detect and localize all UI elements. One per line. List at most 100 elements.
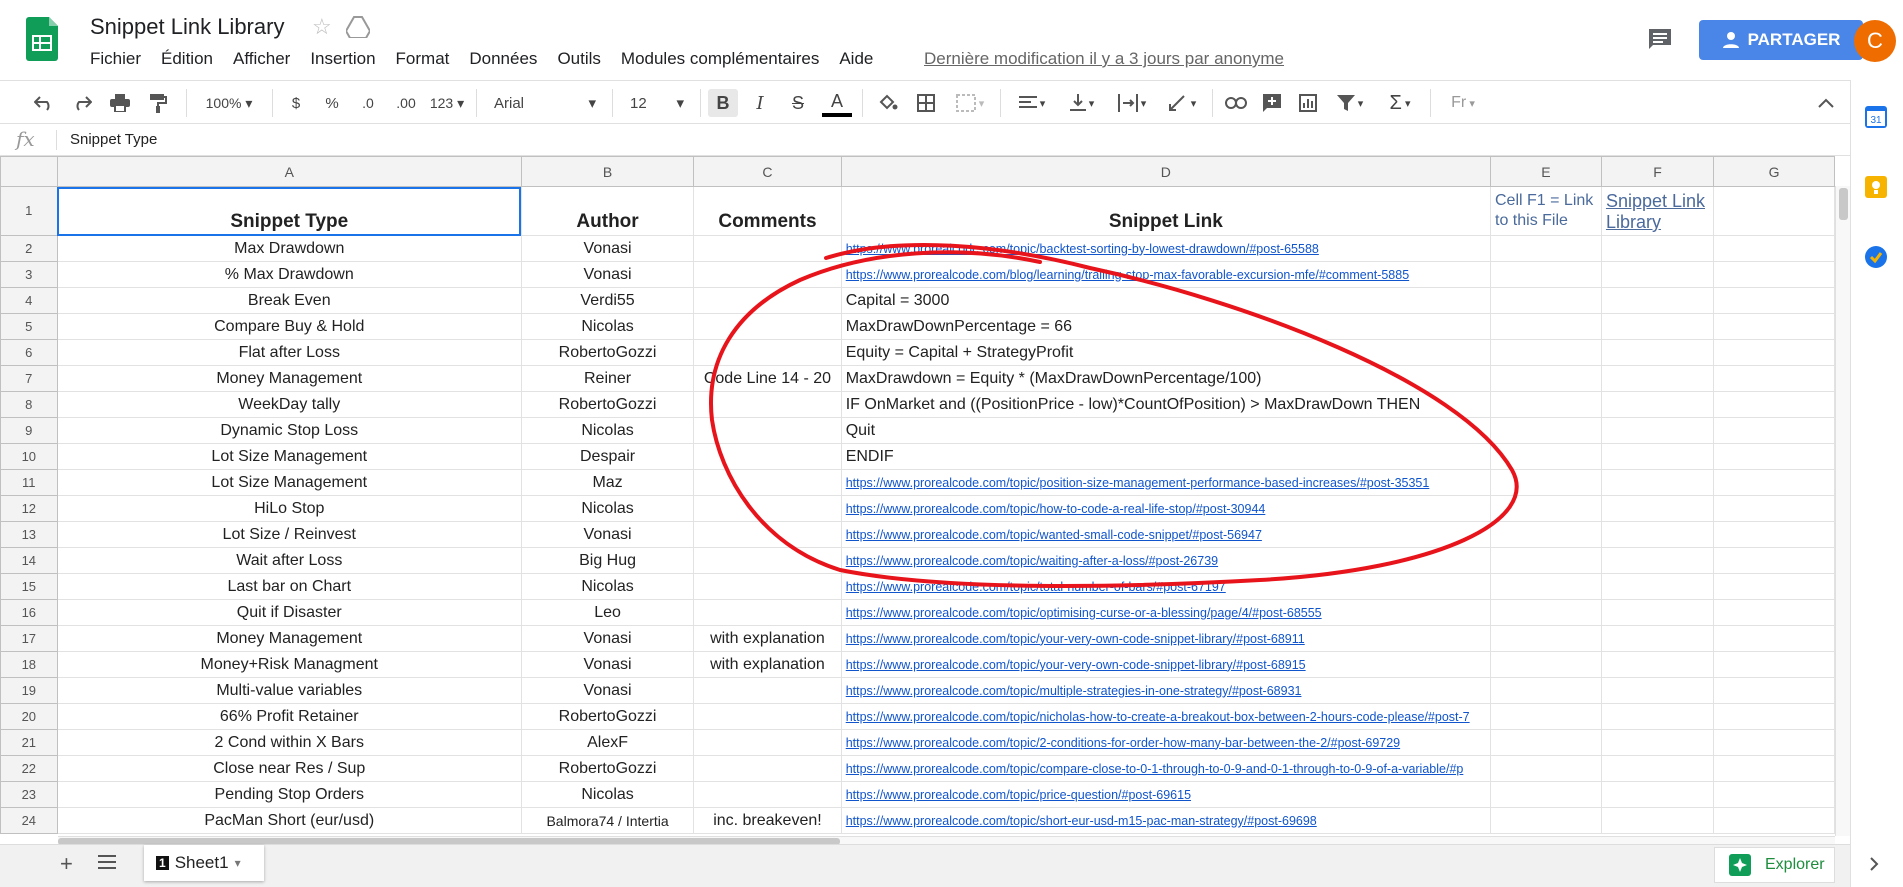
share-button[interactable]: PARTAGER (1699, 20, 1863, 60)
cell-f[interactable] (1600, 443, 1715, 470)
cell-author[interactable]: Vonasi (520, 261, 695, 288)
cell-snippet-link[interactable]: https://www.prorealcode.com/topic/price-… (840, 781, 1492, 808)
insert-chart-icon[interactable] (1294, 89, 1322, 117)
cell-e[interactable] (1490, 677, 1602, 704)
select-all-corner[interactable] (0, 156, 58, 187)
row-header[interactable]: 10 (0, 443, 58, 470)
cell-snippet-type[interactable]: PacMan Short (eur/usd) (56, 807, 522, 834)
cell-e[interactable] (1490, 235, 1602, 262)
filter-icon[interactable]: ▾ (1330, 89, 1370, 117)
cell-f1[interactable]: Snippet Link Library (1600, 186, 1715, 236)
redo-icon[interactable] (68, 89, 96, 117)
expand-panel-icon[interactable] (1869, 856, 1879, 877)
text-color-button[interactable]: A (822, 89, 852, 117)
row-header[interactable]: 7 (0, 365, 58, 392)
cell-e[interactable] (1490, 391, 1602, 418)
cell-author[interactable]: Nicolas (520, 313, 695, 340)
cell-g[interactable] (1713, 443, 1835, 470)
explore-button[interactable]: Explorer (1714, 847, 1835, 883)
cell-author[interactable]: Nicolas (520, 495, 695, 522)
font-select[interactable]: Arial ▾ (488, 89, 602, 117)
cell-c1[interactable]: Comments (693, 186, 842, 236)
cell-e[interactable] (1490, 495, 1602, 522)
cell-author[interactable]: RobertoGozzi (520, 755, 695, 782)
cell-f[interactable] (1600, 469, 1715, 496)
cell-snippet-link[interactable]: https://www.prorealcode.com/topic/waitin… (840, 547, 1492, 574)
column-header-c[interactable]: C (693, 156, 842, 187)
column-header-d[interactable]: D (840, 156, 1492, 187)
row-header[interactable]: 16 (0, 599, 58, 626)
cell-f[interactable] (1600, 339, 1715, 366)
cell-author[interactable]: Balmora74 / Intertia (520, 807, 695, 834)
menu-afficher[interactable]: Afficher (233, 49, 290, 69)
row-header[interactable]: 21 (0, 729, 58, 756)
cell-a1[interactable]: Snippet Type (56, 186, 522, 236)
cell-snippet-type[interactable]: Last bar on Chart (56, 573, 522, 600)
cell-comments[interactable] (693, 677, 842, 704)
cell-g[interactable] (1713, 703, 1835, 730)
cell-author[interactable]: Nicolas (520, 573, 695, 600)
zoom-select[interactable]: 100% ▾ (198, 89, 260, 117)
cell-g[interactable] (1713, 313, 1835, 340)
cell-snippet-type[interactable]: Dynamic Stop Loss (56, 417, 522, 444)
cell-f[interactable] (1600, 287, 1715, 314)
link-icon[interactable] (1222, 89, 1250, 117)
formula-input[interactable]: Snippet Type (70, 131, 157, 148)
cell-author[interactable]: Reiner (520, 365, 695, 392)
menu-aide[interactable]: Aide (839, 49, 873, 69)
cell-g[interactable] (1713, 807, 1835, 834)
cell-snippet-type[interactable]: Flat after Loss (56, 339, 522, 366)
cell-comments[interactable]: with explanation (693, 625, 842, 652)
document-title[interactable]: Snippet Link Library (90, 14, 284, 40)
row-header[interactable]: 11 (0, 469, 58, 496)
row-header[interactable]: 14 (0, 547, 58, 574)
row-header[interactable]: 1 (0, 186, 58, 236)
cell-snippet-link[interactable]: https://www.prorealcode.com/topic/multip… (840, 677, 1492, 704)
fill-color-icon[interactable] (874, 89, 902, 117)
cell-snippet-type[interactable]: Wait after Loss (56, 547, 522, 574)
cell-snippet-link[interactable]: https://www.prorealcode.com/topic/compar… (840, 755, 1492, 782)
cell-e[interactable] (1490, 547, 1602, 574)
cell-author[interactable]: Despair (520, 443, 695, 470)
cell-snippet-link[interactable]: https://www.prorealcode.com/topic/short-… (840, 807, 1492, 834)
cell-author[interactable]: Vonasi (520, 521, 695, 548)
cell-comments[interactable] (693, 417, 842, 444)
cell-g[interactable] (1713, 651, 1835, 678)
cell-e[interactable] (1490, 807, 1602, 834)
cell-f[interactable] (1600, 261, 1715, 288)
cell-comments[interactable] (693, 781, 842, 808)
cell-author[interactable]: Vonasi (520, 625, 695, 652)
row-header[interactable]: 18 (0, 651, 58, 678)
cell-author[interactable]: Vonasi (520, 651, 695, 678)
paint-format-icon[interactable] (144, 89, 172, 117)
cell-g[interactable] (1713, 365, 1835, 392)
drive-move-icon[interactable] (346, 16, 370, 38)
input-tools-button[interactable]: Fr ▾ (1440, 89, 1486, 117)
column-header-a[interactable]: A (56, 156, 522, 187)
cell-snippet-link[interactable]: https://www.prorealcode.com/topic/wanted… (840, 521, 1492, 548)
cell-author[interactable]: RobertoGozzi (520, 391, 695, 418)
cell-e[interactable] (1490, 287, 1602, 314)
cell-comments[interactable] (693, 703, 842, 730)
cell-snippet-link[interactable]: MaxDrawDownPercentage = 66 (840, 313, 1492, 340)
cell-comments[interactable]: with explanation (693, 651, 842, 678)
cell-comments[interactable] (693, 287, 842, 314)
row-header[interactable]: 20 (0, 703, 58, 730)
menu-modules[interactable]: Modules complémentaires (621, 49, 819, 69)
cell-e[interactable] (1490, 339, 1602, 366)
cell-comments[interactable] (693, 755, 842, 782)
cell-g[interactable] (1713, 469, 1835, 496)
cell-e[interactable] (1490, 625, 1602, 652)
cell-snippet-link[interactable]: Capital = 3000 (840, 287, 1492, 314)
merge-icon[interactable]: ▾ (950, 89, 990, 117)
column-header-f[interactable]: F (1600, 156, 1715, 187)
tasks-icon[interactable] (1865, 246, 1887, 273)
cell-g[interactable] (1713, 287, 1835, 314)
functions-icon[interactable]: Σ ▾ (1380, 89, 1420, 117)
menu-outils[interactable]: Outils (557, 49, 600, 69)
cell-f[interactable] (1600, 677, 1715, 704)
cell-snippet-type[interactable]: 66% Profit Retainer (56, 703, 522, 730)
cell-snippet-type[interactable]: Lot Size Management (56, 469, 522, 496)
row-header[interactable]: 4 (0, 287, 58, 314)
strikethrough-button[interactable]: S (784, 89, 812, 117)
